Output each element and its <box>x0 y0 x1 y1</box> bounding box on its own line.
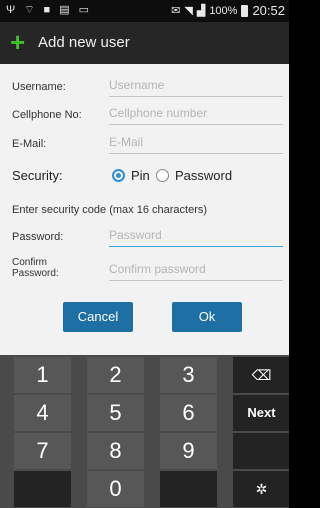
numeric-keyboard: 1 2 3 ⌫ 4 5 6 Next 7 8 9 0 ✲ <box>0 355 289 508</box>
clock: 20:52 <box>252 3 285 18</box>
battery-percent: 100% <box>209 4 238 17</box>
username-field[interactable]: Username <box>109 78 283 97</box>
user-form: Username: Username Cellphone No: Cellpho… <box>0 64 289 355</box>
key-9[interactable]: 9 <box>160 433 217 469</box>
screenshot-icon: ▤ <box>59 4 70 16</box>
username-label: Username: <box>12 81 66 93</box>
key-2[interactable]: 2 <box>87 357 144 393</box>
key-3[interactable]: 3 <box>160 357 217 393</box>
key-4[interactable]: 4 <box>14 395 71 431</box>
status-bar-system: ✉ ◥ ▟ 100% 20:52 <box>171 3 285 18</box>
key-5[interactable]: 5 <box>87 395 144 431</box>
password-radio-label[interactable]: Password <box>175 168 232 183</box>
password-label: Password: <box>12 231 64 243</box>
add-user-screen: Ψ ⌔ ■ ▤ ▭ ✉ ◥ ▟ 100% 20:52 + Add new use… <box>0 0 289 508</box>
blank-key-right[interactable] <box>233 433 289 469</box>
password-field[interactable]: Password <box>109 228 283 247</box>
usb-icon: Ψ <box>6 4 16 16</box>
plus-icon[interactable]: + <box>10 28 25 56</box>
battery-icon <box>241 4 249 17</box>
mail-icon: ✉ <box>171 4 181 17</box>
action-bar: + Add new user <box>0 22 289 64</box>
wifi-icon: ◥ <box>184 4 193 17</box>
pin-radio-label[interactable]: Pin <box>131 168 150 183</box>
key-6[interactable]: 6 <box>160 395 217 431</box>
security-row: Security: Pin Password <box>0 168 289 184</box>
email-label: E-Mail: <box>12 138 47 150</box>
cellphone-label: Cellphone No: <box>12 109 82 121</box>
key-7[interactable]: 7 <box>14 433 71 469</box>
email-field[interactable]: E-Mail <box>109 135 283 154</box>
next-key[interactable]: Next <box>233 395 289 431</box>
backspace-key[interactable]: ⌫ <box>233 357 289 393</box>
pin-radio[interactable] <box>112 169 125 182</box>
key-8[interactable]: 8 <box>87 433 144 469</box>
blank-key-left[interactable] <box>14 471 71 507</box>
confirm-password-field[interactable]: Confirm password <box>109 262 283 281</box>
page-title: Add new user <box>38 34 130 51</box>
cancel-button[interactable]: Cancel <box>63 302 133 332</box>
settings-icon[interactable]: ✲ <box>233 471 289 507</box>
blank-key-middle[interactable] <box>160 471 217 507</box>
password-radio[interactable] <box>156 169 169 182</box>
confirm-label-line2: Password: <box>12 268 59 279</box>
cellphone-field[interactable]: Cellphone number <box>109 106 283 125</box>
status-bar-notifications: Ψ ⌔ ■ ▤ ▭ <box>6 3 89 17</box>
image-icon: ▭ <box>78 4 90 16</box>
signal-icon: ▟ <box>196 4 206 17</box>
confirm-label-line1: Confirm <box>12 257 48 268</box>
status-bar: Ψ ⌔ ■ ▤ ▭ ✉ ◥ ▟ 100% 20:52 <box>0 0 289 22</box>
security-hint: Enter security code (max 16 characters) <box>12 204 208 216</box>
lock-icon: ■ <box>43 4 51 16</box>
security-label: Security: <box>12 168 63 183</box>
ok-button[interactable]: Ok <box>172 302 242 332</box>
key-1[interactable]: 1 <box>14 357 71 393</box>
android-icon: ⌔ <box>24 4 35 16</box>
key-0[interactable]: 0 <box>87 471 144 507</box>
